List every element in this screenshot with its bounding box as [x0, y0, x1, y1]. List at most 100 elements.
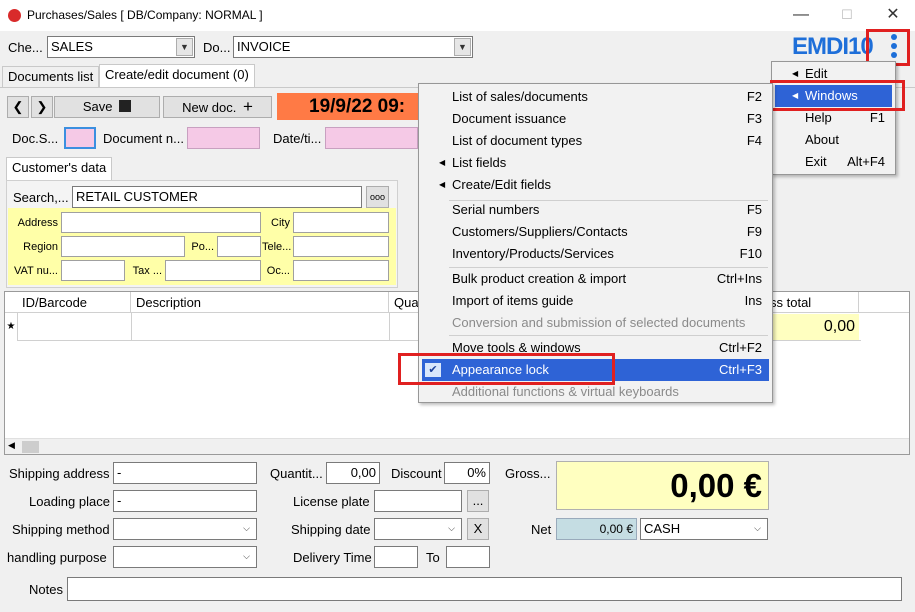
menu-item-conversion-submission: Conversion and submission of selected do…: [419, 312, 772, 334]
doc-series-field[interactable]: [64, 127, 96, 149]
column-id-barcode[interactable]: ID/Barcode: [17, 292, 131, 313]
license-plate-field[interactable]: [374, 490, 462, 512]
shipping-address-label: Shipping address: [9, 466, 110, 481]
menu-item-shortcut: F4: [746, 133, 762, 148]
address-field[interactable]: [61, 212, 261, 233]
app-icon: [8, 9, 21, 22]
menu-item-document-issuance[interactable]: Document issuance F3: [419, 108, 772, 130]
save-label: Save: [82, 99, 113, 114]
license-plate-lookup-button[interactable]: ...: [467, 490, 489, 512]
menu-item-label: Document issuance: [452, 111, 567, 126]
new-document-button[interactable]: New doc. +: [163, 96, 272, 118]
che-label: Che...: [8, 40, 43, 55]
clear-shipping-date-button[interactable]: X: [467, 518, 489, 540]
column-description[interactable]: Description: [131, 292, 389, 313]
new-row-marker: ★: [6, 321, 16, 332]
prev-button[interactable]: ❮: [7, 96, 29, 118]
menu-item-bulk-product-creation[interactable]: Bulk product creation & import Ctrl+Ins: [419, 268, 772, 290]
chevron-down-icon: ⌵: [749, 520, 766, 538]
chevron-down-icon: ▼: [176, 38, 193, 56]
tab-customer-data[interactable]: Customer's data: [6, 157, 113, 181]
menu-item-list-fields[interactable]: ◀ List fields: [419, 152, 772, 174]
shipping-method-select[interactable]: ⌵: [113, 518, 257, 540]
menu-item-exit[interactable]: Exit Alt+F4: [772, 151, 895, 173]
chevron-left-icon: ❮: [12, 99, 24, 114]
plus-icon: +: [242, 97, 253, 116]
postcode-label: Po...: [191, 241, 214, 253]
delivery-time-from-field[interactable]: [374, 546, 418, 568]
menu-item-shortcut: Ctrl+F2: [719, 340, 762, 355]
handling-purpose-label: handling purpose: [7, 550, 107, 565]
tab-documents-list[interactable]: Documents list: [2, 66, 100, 88]
delivery-time-label: Delivery Time: [293, 550, 372, 565]
discount-field[interactable]: 0%: [444, 462, 490, 484]
quantity-label: Quantit...: [270, 466, 323, 481]
customer-search-input[interactable]: RETAIL CUSTOMER: [72, 186, 362, 208]
row-divider: [389, 313, 390, 340]
telephone-field[interactable]: [293, 236, 389, 257]
column-gross-total[interactable]: ss total: [765, 292, 859, 313]
scroll-thumb[interactable]: [22, 441, 39, 453]
shipping-date-picker[interactable]: ⌵: [374, 518, 462, 540]
shipping-address-field[interactable]: -: [113, 462, 257, 484]
menu-item-shortcut: F9: [746, 224, 762, 239]
notes-label: Notes: [29, 582, 63, 597]
do-select-value: INVOICE: [237, 39, 291, 54]
grid-horizontal-scrollbar[interactable]: ◀: [5, 438, 909, 454]
menu-item-about[interactable]: About: [772, 129, 895, 151]
date-time-field[interactable]: [325, 127, 418, 149]
search-label: Search,...: [13, 190, 69, 205]
do-select[interactable]: INVOICE ▼: [233, 36, 473, 58]
quantity-field[interactable]: 0,00: [326, 462, 380, 484]
menu-separator: [449, 335, 768, 336]
vat-number-field[interactable]: [61, 260, 125, 281]
city-field[interactable]: [293, 212, 389, 233]
menu-item-label: List of sales/documents: [452, 89, 588, 104]
tab-create-edit[interactable]: Create/edit document (0): [99, 64, 255, 88]
menu-item-label: Import of items guide: [452, 293, 574, 308]
customer-lookup-button[interactable]: ooo: [366, 186, 389, 208]
menu-item-label: Exit: [805, 154, 827, 169]
next-button[interactable]: ❯: [31, 96, 53, 118]
menu-item-serial-numbers[interactable]: Serial numbers F5: [419, 199, 772, 221]
gross-label: Gross...: [505, 466, 551, 481]
menu-item-import-items-guide[interactable]: Import of items guide Ins: [419, 290, 772, 312]
scroll-left-icon: ◀: [8, 440, 15, 450]
minimize-button[interactable]: —: [786, 4, 816, 26]
menu-item-label: List of document types: [452, 133, 583, 148]
submenu-arrow-icon: ◀: [439, 158, 446, 167]
payment-method-select[interactable]: CASH ⌵: [640, 518, 768, 540]
menu-item-shortcut: Alt+F4: [847, 154, 885, 169]
handling-purpose-select[interactable]: ⌵: [113, 546, 257, 568]
notes-field[interactable]: [67, 577, 902, 601]
save-button[interactable]: Save: [54, 96, 160, 118]
occupation-field[interactable]: [293, 260, 389, 281]
menu-item-customers-suppliers[interactable]: Customers/Suppliers/Contacts F9: [419, 221, 772, 243]
menu-item-list-of-sales[interactable]: List of sales/documents F2: [419, 86, 772, 108]
maximize-button[interactable]: ☐: [832, 4, 862, 26]
menu-item-create-edit-fields[interactable]: ◀ Create/Edit fields: [419, 174, 772, 196]
postcode-field[interactable]: [217, 236, 261, 257]
menu-item-inventory-products[interactable]: Inventory/Products/Services F10: [419, 243, 772, 265]
row-gross-total-cell[interactable]: 0,00: [765, 314, 859, 340]
close-button[interactable]: ✕: [878, 4, 908, 26]
menu-item-shortcut: F3: [746, 111, 762, 126]
loading-place-field[interactable]: -: [113, 490, 257, 512]
delivery-time-to-field[interactable]: [446, 546, 490, 568]
doc-series-label: Doc.S...: [12, 131, 59, 146]
tax-office-field[interactable]: [165, 260, 261, 281]
menu-item-shortcut: F10: [739, 246, 762, 261]
submenu-arrow-icon: ◀: [439, 180, 446, 189]
menu-item-shortcut: F5: [746, 202, 762, 217]
tax-office-label: Tax ...: [132, 265, 162, 277]
doc-number-field[interactable]: [187, 127, 260, 149]
che-select[interactable]: SALES ▼: [47, 36, 195, 58]
chevron-down-icon: ▼: [454, 38, 471, 56]
vat-number-label: VAT nu...: [13, 265, 58, 277]
menu-item-label: Create/Edit fields: [452, 177, 551, 192]
menu-item-document-types[interactable]: List of document types F4: [419, 130, 772, 152]
loading-place-label: Loading place: [29, 494, 110, 509]
menu-item-shortcut: Ctrl+Ins: [716, 271, 762, 286]
menu-item-label: Serial numbers: [452, 202, 540, 217]
region-field[interactable]: [61, 236, 185, 257]
